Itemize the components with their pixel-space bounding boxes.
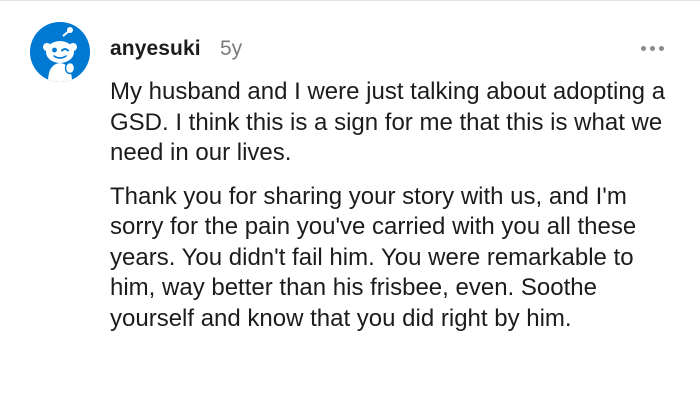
comment-body: My husband and I were just talking about… xyxy=(110,77,680,334)
comment-paragraph: My husband and I were just talking about… xyxy=(110,78,666,166)
comment: anyesuki 5y My husband and I were just t… xyxy=(0,0,700,405)
more-options-icon-dot xyxy=(649,45,655,51)
more-options-button[interactable] xyxy=(636,38,668,58)
more-options-icon xyxy=(640,45,646,51)
user-avatar[interactable] xyxy=(30,22,90,82)
comment-paragraph: Thank you for sharing your story with us… xyxy=(110,182,637,332)
more-options-icon-dot xyxy=(658,45,664,51)
snoo-avatar-icon xyxy=(30,22,90,82)
comment-author[interactable]: anyesuki xyxy=(110,37,201,61)
comment-age: 5y xyxy=(220,37,243,60)
